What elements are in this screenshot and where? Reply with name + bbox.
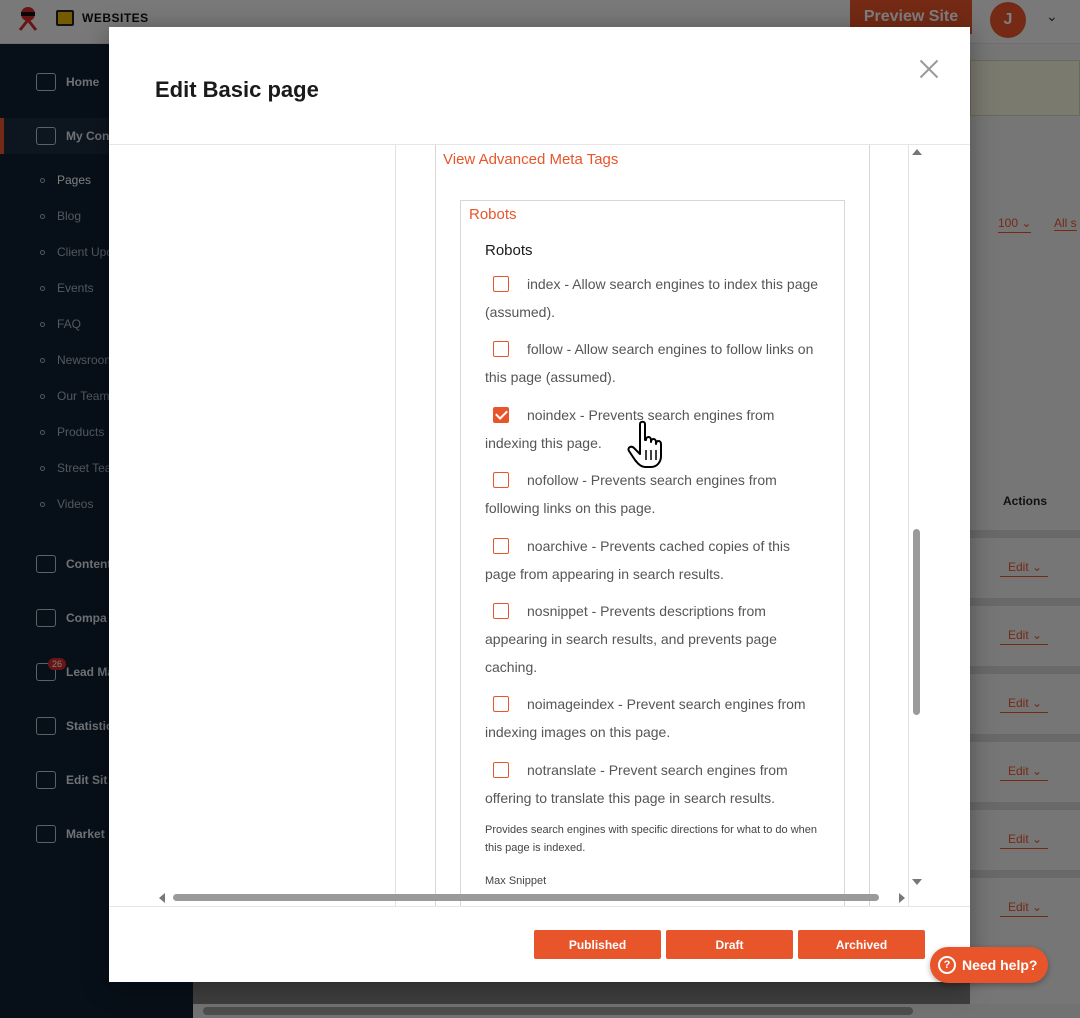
max-snippet-label: Max Snippet bbox=[485, 875, 547, 887]
need-help-button[interactable]: ? Need help? bbox=[930, 947, 1048, 983]
scroll-up-icon[interactable] bbox=[912, 149, 922, 155]
robots-option-noindex: noindex - Prevents search engines from i… bbox=[485, 401, 825, 457]
robots-option-nosnippet: nosnippet - Prevents descriptions from a… bbox=[485, 597, 825, 681]
checkbox-noarchive[interactable] bbox=[493, 538, 509, 554]
need-help-label: Need help? bbox=[962, 957, 1038, 973]
robots-option-follow: follow - Allow search engines to follow … bbox=[485, 335, 825, 391]
robots-toggle-link[interactable]: Robots bbox=[469, 206, 517, 223]
scroll-right-icon[interactable] bbox=[899, 893, 905, 903]
footer-divider bbox=[109, 906, 970, 907]
robots-option-noimageindex: noimageindex - Prevent search engines fr… bbox=[485, 690, 825, 746]
vertical-scrollbar[interactable] bbox=[909, 145, 923, 889]
robots-label: Robots bbox=[485, 242, 533, 259]
robots-option-index: index - Allow search engines to index th… bbox=[485, 270, 825, 326]
modal-scroll-body[interactable]: View Advanced Meta Tags Robots Robots in… bbox=[109, 145, 970, 907]
edit-page-modal: Edit Basic page View Advanced Meta Tags … bbox=[109, 27, 970, 982]
column-divider bbox=[395, 145, 396, 907]
scroll-down-icon[interactable] bbox=[912, 879, 922, 885]
scrollbar-thumb[interactable] bbox=[173, 894, 879, 901]
robots-option-noarchive: noarchive - Prevents cached copies of th… bbox=[485, 532, 825, 588]
option-label: nofollow - Prevents search engines from … bbox=[485, 472, 777, 516]
scrollbar-thumb[interactable] bbox=[913, 529, 920, 715]
option-label: noimageindex - Prevent search engines fr… bbox=[485, 696, 806, 740]
option-label: noindex - Prevents search engines from i… bbox=[485, 407, 775, 451]
checkbox-noindex[interactable] bbox=[493, 407, 509, 423]
option-label: nosnippet - Prevents descriptions from a… bbox=[485, 603, 777, 675]
view-advanced-meta-tags-link[interactable]: View Advanced Meta Tags bbox=[443, 151, 618, 168]
modal-title: Edit Basic page bbox=[155, 77, 319, 102]
option-label: index - Allow search engines to index th… bbox=[485, 276, 819, 320]
draft-button[interactable]: Draft bbox=[666, 930, 793, 959]
checkbox-notranslate[interactable] bbox=[493, 762, 509, 778]
checkbox-noimageindex[interactable] bbox=[493, 696, 509, 712]
option-label: notranslate - Prevent search engines fro… bbox=[485, 762, 788, 806]
archived-button[interactable]: Archived bbox=[798, 930, 925, 959]
close-icon[interactable] bbox=[915, 55, 943, 83]
option-label: follow - Allow search engines to follow … bbox=[485, 341, 814, 385]
checkbox-follow[interactable] bbox=[493, 341, 509, 357]
robots-option-notranslate: notranslate - Prevent search engines fro… bbox=[485, 756, 825, 812]
checkbox-nofollow[interactable] bbox=[493, 472, 509, 488]
option-label: noarchive - Prevents cached copies of th… bbox=[485, 538, 791, 582]
checkbox-index[interactable] bbox=[493, 276, 509, 292]
scroll-left-icon[interactable] bbox=[159, 893, 165, 903]
robots-option-nofollow: nofollow - Prevents search engines from … bbox=[485, 466, 825, 522]
robots-help-text: Provides search engines with specific di… bbox=[485, 824, 818, 854]
question-icon: ? bbox=[938, 956, 956, 974]
checkbox-nosnippet[interactable] bbox=[493, 603, 509, 619]
horizontal-scrollbar[interactable] bbox=[159, 891, 909, 905]
published-button[interactable]: Published bbox=[534, 930, 661, 959]
